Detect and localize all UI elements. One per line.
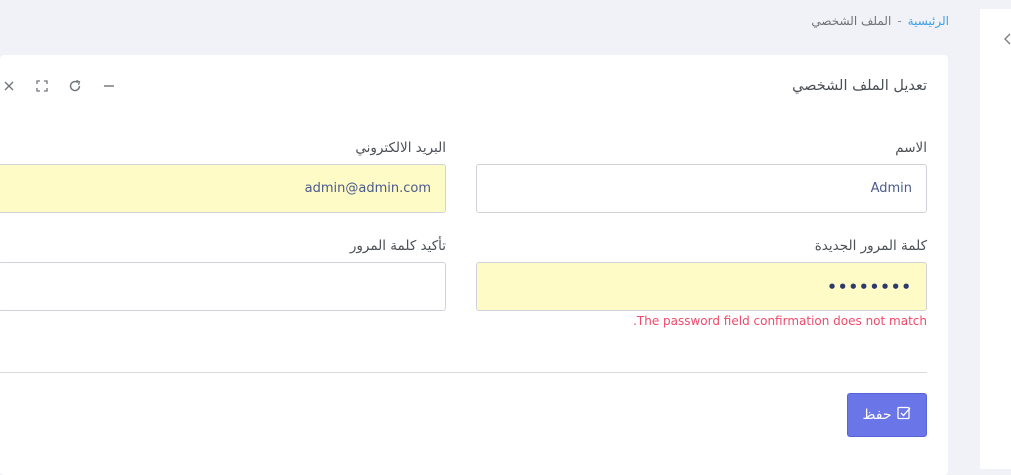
password-value: ••••••••	[827, 277, 912, 296]
breadcrumb: الرئيسية-الملف الشخصي	[811, 14, 949, 28]
name-value: Admin	[870, 181, 912, 196]
email-label: البريد الالكتروني	[355, 140, 446, 156]
minus-icon[interactable]	[101, 78, 117, 94]
password-confirm-label: تأكيد كلمة المرور	[349, 238, 446, 254]
name-field[interactable]: Admin	[476, 164, 927, 213]
profile-card: تعديل الملف الشخصي الاسم Admin البريد ال…	[0, 55, 948, 475]
expand-icon[interactable]	[34, 78, 50, 94]
refresh-icon[interactable]	[67, 78, 83, 94]
breadcrumb-separator: -	[897, 14, 902, 28]
card-title: تعديل الملف الشخصي	[792, 78, 927, 94]
side-panel	[980, 9, 1011, 469]
breadcrumb-current: الملف الشخصي	[811, 14, 892, 28]
chevron-left-icon[interactable]	[1002, 31, 1011, 45]
check-square-icon	[896, 405, 912, 425]
email-value: admin@admin.com	[304, 181, 431, 196]
password-label: كلمة المرور الجديدة	[814, 238, 927, 254]
form-divider	[0, 372, 927, 373]
save-button-label: حفظ	[862, 407, 892, 423]
save-button[interactable]: حفظ	[847, 393, 927, 437]
password-confirm-field[interactable]	[0, 262, 446, 311]
close-icon[interactable]	[1, 78, 17, 94]
password-field[interactable]: ••••••••	[476, 262, 927, 311]
breadcrumb-home-link[interactable]: الرئيسية	[908, 14, 949, 28]
password-error-message: .The password field confirmation does no…	[633, 314, 927, 328]
email-field[interactable]: admin@admin.com	[0, 164, 446, 213]
name-label: الاسم	[895, 140, 927, 156]
